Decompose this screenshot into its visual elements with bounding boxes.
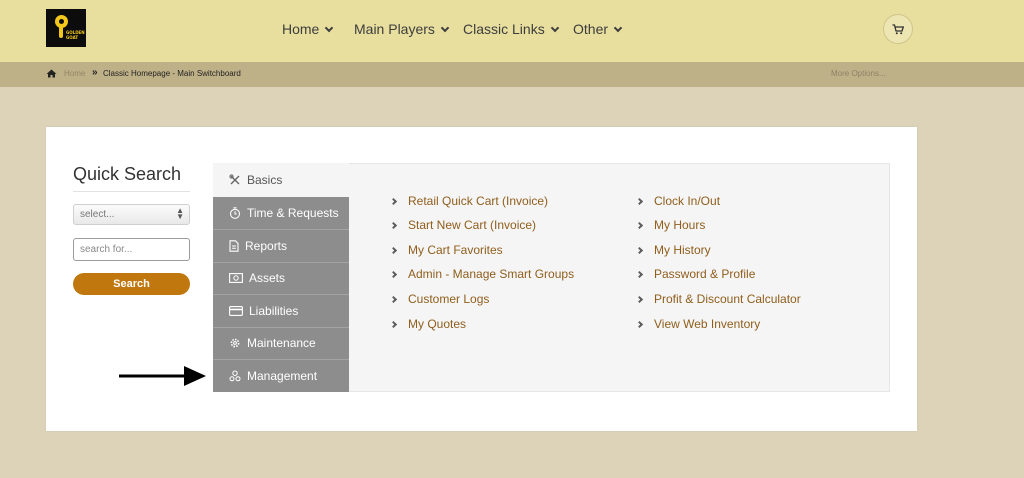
quick-search-select[interactable]: select... ▲ ▼	[73, 204, 190, 225]
chevron-right-icon	[389, 197, 398, 205]
link-label: Clock In/Out	[654, 194, 721, 208]
nav-home-label: Home	[282, 21, 320, 37]
chevron-right-icon	[635, 295, 644, 303]
breadcrumb-separator-icon: »	[92, 67, 98, 78]
link-label: Customer Logs	[408, 292, 490, 306]
link-label: My History	[654, 243, 711, 257]
chevron-down-icon	[613, 23, 623, 32]
tab-reports-label: Reports	[245, 239, 288, 253]
link-my-quotes[interactable]: My Quotes	[389, 317, 467, 331]
select-arrows-icon: ▲ ▼	[176, 206, 184, 221]
link-customer-logs[interactable]: Customer Logs	[389, 292, 490, 306]
chevron-right-icon	[635, 246, 644, 254]
nav-classic-links-label: Classic Links	[463, 21, 545, 37]
nav-other-label: Other	[573, 21, 609, 37]
link-my-history[interactable]: My History	[635, 243, 711, 257]
link-label: My Quotes	[408, 317, 467, 331]
chevron-right-icon	[389, 246, 398, 254]
tab-basics-label: Basics	[247, 173, 283, 187]
nav-home[interactable]: Home	[282, 20, 334, 38]
link-label: Admin - Manage Smart Groups	[408, 267, 575, 281]
link-profit-discount-calculator[interactable]: Profit & Discount Calculator	[635, 292, 801, 306]
link-password-profile[interactable]: Password & Profile	[635, 267, 756, 281]
quick-search-input[interactable]	[73, 238, 190, 261]
tab-basics[interactable]: Basics	[213, 163, 349, 197]
top-navbar: GOLDEN GOAT Home Main Players Classic Li…	[0, 0, 1024, 62]
chevron-right-icon	[635, 197, 644, 205]
stopwatch-icon	[229, 207, 241, 219]
link-label: Profit & Discount Calculator	[654, 292, 801, 306]
quick-search-divider	[73, 191, 190, 192]
nav-other[interactable]: Other	[573, 20, 623, 38]
tab-reports[interactable]: Reports	[213, 230, 349, 262]
chevron-down-icon	[325, 23, 334, 32]
nav-main-players-label: Main Players	[354, 21, 435, 37]
pointer-arrow-icon	[119, 366, 206, 386]
quick-search-select-value: select...	[80, 209, 115, 220]
chevron-right-icon	[389, 295, 398, 303]
cart-button[interactable]	[883, 14, 913, 44]
brand-logo[interactable]: GOLDEN GOAT	[46, 9, 86, 47]
tab-liabilities-label: Liabilities	[249, 304, 299, 318]
tab-time-requests[interactable]: Time & Requests	[213, 197, 349, 229]
breadcrumb-home-link[interactable]: Home	[64, 69, 85, 78]
cart-icon	[892, 24, 904, 35]
chevron-right-icon	[635, 221, 644, 229]
link-label: Retail Quick Cart (Invoice)	[408, 194, 549, 208]
search-button[interactable]: Search	[73, 273, 190, 295]
home-icon[interactable]	[46, 69, 57, 78]
chevron-right-icon	[635, 320, 644, 328]
tab-assets-label: Assets	[249, 271, 286, 285]
link-label: View Web Inventory	[654, 317, 761, 331]
tab-management-label: Management	[247, 369, 318, 383]
link-my-hours[interactable]: My Hours	[635, 218, 706, 232]
users-icon	[229, 370, 241, 382]
chevron-right-icon	[389, 320, 398, 328]
quick-search-title: Quick Search	[73, 164, 182, 184]
link-my-cart-favorites[interactable]: My Cart Favorites	[389, 243, 503, 257]
link-label: My Cart Favorites	[408, 243, 503, 257]
link-label: My Hours	[654, 218, 706, 232]
breadcrumb: Home » Classic Homepage - Main Switchboa…	[0, 62, 1024, 87]
chevron-down-icon	[550, 23, 559, 32]
tab-management[interactable]: Management	[213, 360, 349, 392]
link-view-web-inventory[interactable]: View Web Inventory	[635, 317, 761, 331]
link-admin-smart-groups[interactable]: Admin - Manage Smart Groups	[389, 267, 575, 281]
tab-liabilities[interactable]: Liabilities	[213, 295, 349, 327]
nav-main-players[interactable]: Main Players	[354, 20, 450, 38]
link-clock-in-out[interactable]: Clock In/Out	[635, 194, 721, 208]
chevron-down-icon	[440, 23, 450, 32]
tab-maintenance[interactable]: Maintenance	[213, 327, 349, 359]
tab-assets[interactable]: Assets	[213, 262, 349, 294]
breadcrumb-current: Classic Homepage - Main Switchboard	[103, 69, 241, 78]
chevron-right-icon	[389, 221, 398, 229]
gear-icon	[230, 338, 240, 348]
link-label: Password & Profile	[654, 267, 756, 281]
link-label: Start New Cart (Invoice)	[408, 218, 537, 232]
more-options-link[interactable]: More Options...	[831, 69, 886, 78]
credit-card-icon	[229, 306, 243, 316]
chevron-right-icon	[389, 270, 398, 278]
nav-classic-links[interactable]: Classic Links	[463, 20, 559, 38]
logo-text: GOLDEN GOAT	[66, 30, 85, 40]
link-retail-quick-cart[interactable]: Retail Quick Cart (Invoice)	[389, 194, 549, 208]
chevron-right-icon	[635, 270, 644, 278]
link-start-new-cart[interactable]: Start New Cart (Invoice)	[389, 218, 537, 232]
logo-drip	[59, 27, 63, 38]
money-icon	[229, 273, 243, 283]
tab-time-requests-label: Time & Requests	[247, 206, 339, 220]
tab-maintenance-label: Maintenance	[247, 336, 316, 350]
report-icon	[229, 240, 239, 252]
tools-icon	[229, 174, 240, 185]
